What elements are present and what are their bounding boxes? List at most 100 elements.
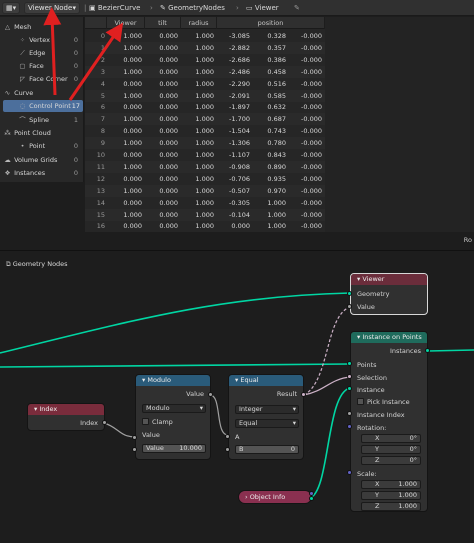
table-cell: -0.000 bbox=[301, 127, 322, 136]
point-icon: • bbox=[20, 142, 25, 150]
separator-icon: | bbox=[84, 4, 87, 12]
table-cell: 1.000 bbox=[195, 103, 214, 112]
node-header: ▾ Modulo bbox=[136, 375, 210, 386]
outliner-item-face[interactable]: ▢ Face 0 bbox=[18, 60, 81, 72]
compare-mode-dropdown[interactable]: Equal ▾ bbox=[235, 419, 299, 428]
equal-b-socket[interactable] bbox=[225, 447, 230, 452]
data-type-dropdown[interactable]: Integer ▾ bbox=[235, 405, 299, 414]
outliner-item-point[interactable]: • Point 0 bbox=[18, 140, 81, 152]
chevron-down-icon: ▾ bbox=[72, 4, 76, 12]
viewer-geometry-socket[interactable] bbox=[347, 291, 352, 296]
outliner-count: 1 bbox=[73, 116, 78, 124]
equal-a-socket[interactable] bbox=[225, 434, 230, 439]
equal-node[interactable]: ▾ Equal Result Integer ▾ Equal ▾ A B 0 bbox=[228, 374, 304, 460]
table-cell: 0.000 bbox=[123, 127, 142, 136]
table-cell: 0.000 bbox=[159, 67, 178, 76]
b-field-number: 0 bbox=[290, 445, 295, 453]
geometry-input-label: Geometry bbox=[357, 290, 390, 298]
expand-chevron-icon: › bbox=[245, 493, 248, 501]
rotation-y-field[interactable]: Y 0° bbox=[361, 445, 421, 454]
modulo-value-socket[interactable] bbox=[132, 447, 137, 452]
table-cell: 0.000 bbox=[159, 139, 178, 148]
column-header-viewer[interactable]: Viewer bbox=[107, 17, 145, 29]
table-cell: -0.000 bbox=[301, 43, 322, 52]
instance-input-socket[interactable] bbox=[347, 386, 352, 391]
scale-socket[interactable] bbox=[347, 470, 352, 475]
axis-value: 1.000 bbox=[398, 502, 417, 510]
column-header-radius[interactable]: radius bbox=[181, 17, 217, 29]
outliner-item-mesh[interactable]: △ Mesh bbox=[3, 21, 81, 33]
instance-on-points-node[interactable]: ▾ Instance on Points Instances Points Se… bbox=[350, 331, 428, 512]
column-header-tilt[interactable]: tilt bbox=[145, 17, 181, 29]
vertex-icon: ⁘ bbox=[19, 36, 26, 44]
table-cell: -0.000 bbox=[301, 186, 322, 195]
viewer-value-socket[interactable] bbox=[347, 304, 352, 309]
table-cell: 0.780 bbox=[267, 139, 286, 148]
outliner-item-control-point[interactable]: ◌ Control Point 17 bbox=[3, 100, 83, 112]
node-title: Index bbox=[39, 405, 58, 413]
row-index: 10 bbox=[96, 151, 105, 159]
outliner-item-instances[interactable]: ❖ Instances 0 bbox=[3, 167, 81, 179]
points-input-socket[interactable] bbox=[347, 361, 352, 366]
instance-index-socket[interactable] bbox=[347, 411, 352, 416]
rotation-socket[interactable] bbox=[347, 424, 352, 429]
node-header: ▾ Viewer bbox=[351, 274, 427, 285]
table-row: 5 1.000 0.000 1.000 -2.091 0.585 -0.000 bbox=[85, 89, 325, 102]
operation-value: Modulo bbox=[146, 404, 170, 412]
outliner-item-face-corner[interactable]: ◸ Face Corner 0 bbox=[18, 73, 81, 85]
input-label: Value bbox=[142, 431, 160, 439]
rotation-z-field[interactable]: Z 0° bbox=[361, 456, 421, 465]
table-row: 12 0.000 0.000 1.000 -0.706 0.935 -0.000 bbox=[85, 173, 325, 185]
table-cell: 1.000 bbox=[195, 174, 214, 183]
outliner-item-curve[interactable]: ∿ Curve bbox=[3, 87, 81, 99]
viewer-node[interactable]: ▾ Viewer Geometry Value bbox=[350, 273, 428, 315]
instance-label: Instance bbox=[357, 386, 385, 394]
scale-y-field[interactable]: Y 1.000 bbox=[361, 491, 421, 500]
scale-x-field[interactable]: X 1.000 bbox=[361, 480, 421, 489]
scale-z-field[interactable]: Z 1.000 bbox=[361, 502, 421, 511]
table-cell: 0.000 bbox=[159, 198, 178, 207]
index-node[interactable]: ▾ Index Index bbox=[27, 403, 105, 431]
editor-type-button[interactable]: ▦▾ bbox=[2, 2, 20, 14]
table-cell: 0.000 bbox=[123, 151, 142, 159]
outliner-item-spline[interactable]: ⌒ Spline 1 bbox=[18, 114, 81, 126]
index-output-socket[interactable] bbox=[102, 420, 107, 425]
row-index: 8 bbox=[100, 127, 105, 136]
table-cell: 1.000 bbox=[267, 198, 286, 207]
modulo-input-socket[interactable] bbox=[132, 435, 137, 440]
outliner-item-point-cloud[interactable]: ⁂ Point Cloud bbox=[3, 127, 81, 139]
instance-index-label: Instance Index bbox=[357, 411, 405, 419]
output-label: Result bbox=[276, 390, 297, 398]
pin-icon[interactable]: ✎ bbox=[294, 3, 300, 13]
instances-output-socket[interactable] bbox=[425, 348, 430, 353]
outliner-item-edge[interactable]: ⟋ Edge 0 bbox=[18, 47, 81, 59]
viewer-node-dropdown[interactable]: Viewer Node ▾ bbox=[24, 2, 80, 14]
equal-result-socket[interactable] bbox=[301, 392, 306, 397]
column-header-position[interactable]: position bbox=[217, 17, 325, 29]
outliner-item-vertex[interactable]: ⁘ Vertex 0 bbox=[18, 34, 81, 46]
pick-instance-checkbox[interactable] bbox=[357, 398, 364, 405]
row-index: 2 bbox=[100, 55, 105, 64]
rotation-x-field[interactable]: X 0° bbox=[361, 434, 421, 443]
table-cell: -0.000 bbox=[301, 115, 322, 124]
selection-input-socket[interactable] bbox=[347, 374, 352, 379]
point-cloud-icon: ⁂ bbox=[4, 129, 11, 137]
breadcrumb-separator-icon: › bbox=[150, 4, 153, 12]
clamp-checkbox[interactable] bbox=[142, 418, 149, 425]
outliner-item-volume-grids[interactable]: ☁ Volume Grids 0 bbox=[3, 154, 81, 166]
b-value-field[interactable]: B 0 bbox=[235, 445, 299, 454]
value-field[interactable]: Value 10.000 bbox=[142, 444, 206, 453]
axis-label: Z bbox=[375, 502, 380, 510]
operation-dropdown[interactable]: Modulo ▾ bbox=[142, 404, 206, 413]
table-row: 2 0.000 0.000 1.000 -2.686 0.386 -0.000 bbox=[85, 54, 325, 66]
object-info-geometry-socket[interactable] bbox=[309, 496, 314, 501]
node-header: ▾ Index bbox=[28, 404, 104, 415]
edge-icon: ⟋ bbox=[20, 49, 25, 57]
table-cell: 0.000 bbox=[159, 127, 178, 136]
axis-label: Z bbox=[375, 456, 380, 464]
table-cell: 0.000 bbox=[159, 174, 178, 183]
modulo-output-socket[interactable] bbox=[208, 392, 213, 397]
object-info-node[interactable]: › Object Info bbox=[238, 490, 312, 504]
value-field-label: Value bbox=[146, 444, 164, 452]
modulo-node[interactable]: ▾ Modulo Value Modulo ▾ Clamp Value Valu… bbox=[135, 374, 211, 460]
